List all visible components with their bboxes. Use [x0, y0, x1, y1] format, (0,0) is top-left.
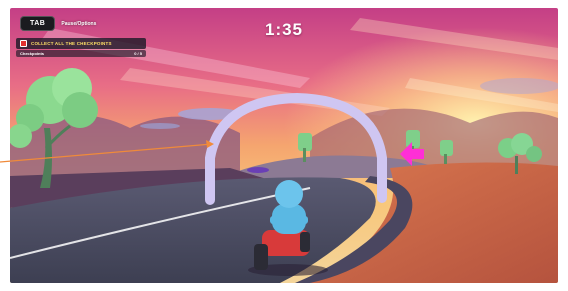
objective-title: COLLECT ALL THE CHECKPOINTS — [31, 41, 112, 46]
boost-pad — [247, 167, 269, 173]
objective-row-label: Checkpoints — [20, 51, 45, 56]
flag-icon — [20, 40, 27, 47]
game-viewport[interactable]: TAB Pause/Options COLLECT ALL THE CHECKP… — [10, 8, 558, 283]
cloud-platform — [140, 123, 180, 129]
objective-panel: COLLECT ALL THE CHECKPOINTS Checkpoints … — [16, 38, 146, 57]
objective-progress-row: Checkpoints 0 / 5 — [16, 50, 146, 57]
race-timer: 1:35 — [264, 20, 304, 39]
objective-row-progress: 0 / 5 — [134, 51, 142, 56]
cloud — [480, 78, 558, 94]
